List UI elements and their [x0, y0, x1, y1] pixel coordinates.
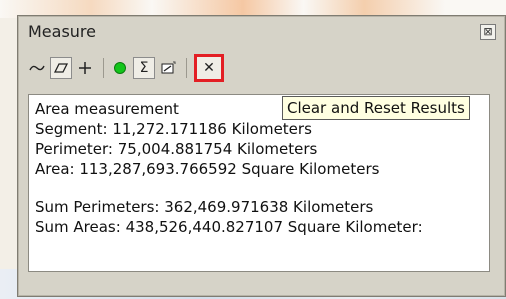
window-title: Measure: [28, 22, 96, 41]
measure-window: Measure ⊠ Σ ✕ Area measurement Segment: …: [17, 15, 506, 297]
result-area: Area: 113,287,693.766592 Square Kilomete…: [35, 160, 380, 178]
result-sum-perimeters: Sum Perimeters: 362,469.971638 Kilometer…: [35, 198, 374, 216]
clear-reset-icon: ✕: [203, 60, 215, 76]
result-spacer: [35, 179, 483, 197]
result-sum-areas: Sum Areas: 438,526,440.827107 Square Kil…: [35, 218, 423, 236]
close-button[interactable]: ⊠: [480, 24, 496, 40]
measure-toolbar: Σ ✕: [26, 54, 286, 82]
measure-line-icon[interactable]: [26, 57, 48, 79]
title-bar[interactable]: Measure ⊠: [18, 16, 505, 46]
toolbar-separator: [103, 58, 104, 78]
measure-area-icon[interactable]: [50, 57, 72, 79]
snapping-icon[interactable]: [109, 57, 131, 79]
tooltip: Clear and Reset Results: [282, 96, 470, 120]
results-panel[interactable]: Area measurement Segment: 11,272.171186 …: [28, 94, 490, 272]
sigma-glyph: Σ: [139, 60, 149, 76]
show-total-icon[interactable]: Σ: [133, 57, 155, 79]
result-segment: Segment: 11,272.171186 Kilometers: [35, 120, 312, 138]
choose-units-icon[interactable]: [157, 57, 179, 79]
measure-feature-icon[interactable]: [74, 57, 96, 79]
toolbar-separator: [186, 58, 187, 78]
result-perimeter: Perimeter: 75,004.881754 Kilometers: [35, 140, 318, 158]
clear-reset-button[interactable]: ✕: [194, 54, 224, 82]
